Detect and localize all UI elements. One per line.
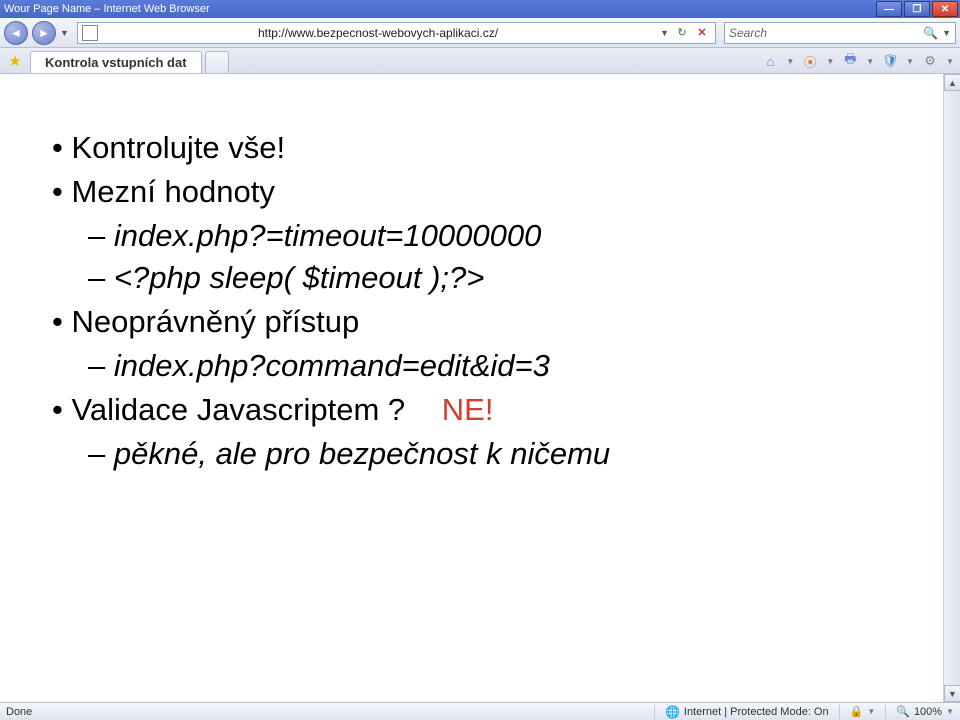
zoom-icon: 🔍 xyxy=(896,705,910,718)
vertical-scrollbar[interactable]: ▲ ▼ xyxy=(943,74,960,702)
minimize-button[interactable]: — xyxy=(876,1,902,17)
tab-current[interactable]: Kontrola vstupních dat xyxy=(30,51,202,73)
search-placeholder: Search xyxy=(729,26,923,40)
back-button[interactable]: ◄ xyxy=(4,21,28,45)
list-item: Neoprávněný přístup xyxy=(52,304,933,340)
status-bar: Done 🌐 Internet | Protected Mode: On 🔒 ▼… xyxy=(0,702,960,720)
new-tab-button[interactable] xyxy=(205,51,229,73)
page-content: Kontrolujte vše! Mezní hodnoty index.php… xyxy=(0,74,943,702)
refresh-icon[interactable]: ↻ xyxy=(675,26,689,40)
safety-chevron-icon[interactable]: ▼ xyxy=(906,57,914,66)
search-box[interactable]: Search 🔍 ▼ xyxy=(724,22,956,44)
list-subitem: index.php?=timeout=10000000 xyxy=(88,218,933,254)
address-text: http://www.bezpecnost-webovych-aplikaci.… xyxy=(102,26,654,40)
list-subitem: index.php?command=edit&id=3 xyxy=(88,348,933,384)
tab-label: Kontrola vstupních dat xyxy=(45,55,187,70)
safety-icon[interactable]: 🛡 xyxy=(882,53,898,69)
history-dropdown-icon[interactable]: ▼ xyxy=(60,28,69,38)
home-icon[interactable]: ⌂ xyxy=(762,53,778,69)
status-separator xyxy=(654,705,655,719)
tools-icon[interactable]: ⚙ xyxy=(922,53,938,69)
address-controls: ▼ ↻ ✕ xyxy=(654,26,715,40)
list-subitem: <?php sleep( $timeout );?> xyxy=(88,260,933,296)
list-item: Kontrolujte vše! xyxy=(52,130,933,166)
zoom-text: 100% xyxy=(914,706,942,718)
zone-text: Internet | Protected Mode: On xyxy=(684,706,829,718)
tools-chevron-icon[interactable]: ▼ xyxy=(946,57,954,66)
address-dropdown-icon[interactable]: ▼ xyxy=(660,28,669,38)
maximize-button[interactable]: ❐ xyxy=(904,1,930,17)
address-bar[interactable]: http://www.bezpecnost-webovych-aplikaci.… xyxy=(77,22,716,44)
status-lock[interactable]: 🔒 ▼ xyxy=(850,705,876,718)
status-zone: 🌐 Internet | Protected Mode: On xyxy=(665,705,829,719)
status-zoom[interactable]: 🔍 100% ▼ xyxy=(896,705,954,718)
answer-text: NE! xyxy=(442,392,494,427)
titlebar: Wour Page Name – Internet Web Browser — … xyxy=(0,0,960,18)
rss-icon[interactable]: ⦿ xyxy=(802,53,818,69)
rss-chevron-icon[interactable]: ▼ xyxy=(826,57,834,66)
scroll-down-icon[interactable]: ▼ xyxy=(944,685,960,702)
navigation-bar: ◄ ► ▼ http://www.bezpecnost-webovych-apl… xyxy=(0,18,960,48)
scroll-up-icon[interactable]: ▲ xyxy=(944,74,960,91)
close-button[interactable]: ✕ xyxy=(932,1,958,17)
list-subitem: pěkné, ale pro bezpečnost k ničemu xyxy=(88,436,933,472)
status-separator xyxy=(885,705,886,719)
print-chevron-icon[interactable]: ▼ xyxy=(866,57,874,66)
page-tools: ⌂ ▼ ⦿ ▼ 🖶 ▼ 🛡 ▼ ⚙ ▼ xyxy=(762,53,954,73)
lock-icon: 🔒 xyxy=(850,705,864,718)
status-text: Done xyxy=(6,706,644,718)
question-text: Validace Javascriptem ? xyxy=(71,392,405,427)
zoom-chevron-icon[interactable]: ▼ xyxy=(946,707,954,716)
favorites-icon[interactable]: ★ xyxy=(6,52,24,70)
list-item: Mezní hodnoty xyxy=(52,174,933,210)
search-dropdown-icon[interactable]: ▼ xyxy=(942,28,951,38)
status-separator xyxy=(839,705,840,719)
list-item: Validace Javascriptem ? NE! xyxy=(52,392,933,428)
search-icon[interactable]: 🔍 xyxy=(923,26,938,40)
bullet-list: Kontrolujte vše! Mezní hodnoty index.php… xyxy=(52,130,933,472)
lock-chevron-icon[interactable]: ▼ xyxy=(867,707,875,716)
forward-button[interactable]: ► xyxy=(32,21,56,45)
stop-icon[interactable]: ✕ xyxy=(695,26,709,40)
window-buttons: — ❐ ✕ xyxy=(876,0,960,18)
window-title: Wour Page Name – Internet Web Browser xyxy=(4,3,876,15)
tabs-bar: ★ Kontrola vstupních dat ⌂ ▼ ⦿ ▼ 🖶 ▼ 🛡 ▼ ⚙ ▼ xyxy=(0,48,960,74)
globe-icon: 🌐 xyxy=(665,705,680,719)
content-wrap: Kontrolujte vše! Mezní hodnoty index.php… xyxy=(0,74,960,702)
print-icon[interactable]: 🖶 xyxy=(842,53,858,69)
page-icon xyxy=(82,25,98,41)
home-chevron-icon[interactable]: ▼ xyxy=(786,57,794,66)
